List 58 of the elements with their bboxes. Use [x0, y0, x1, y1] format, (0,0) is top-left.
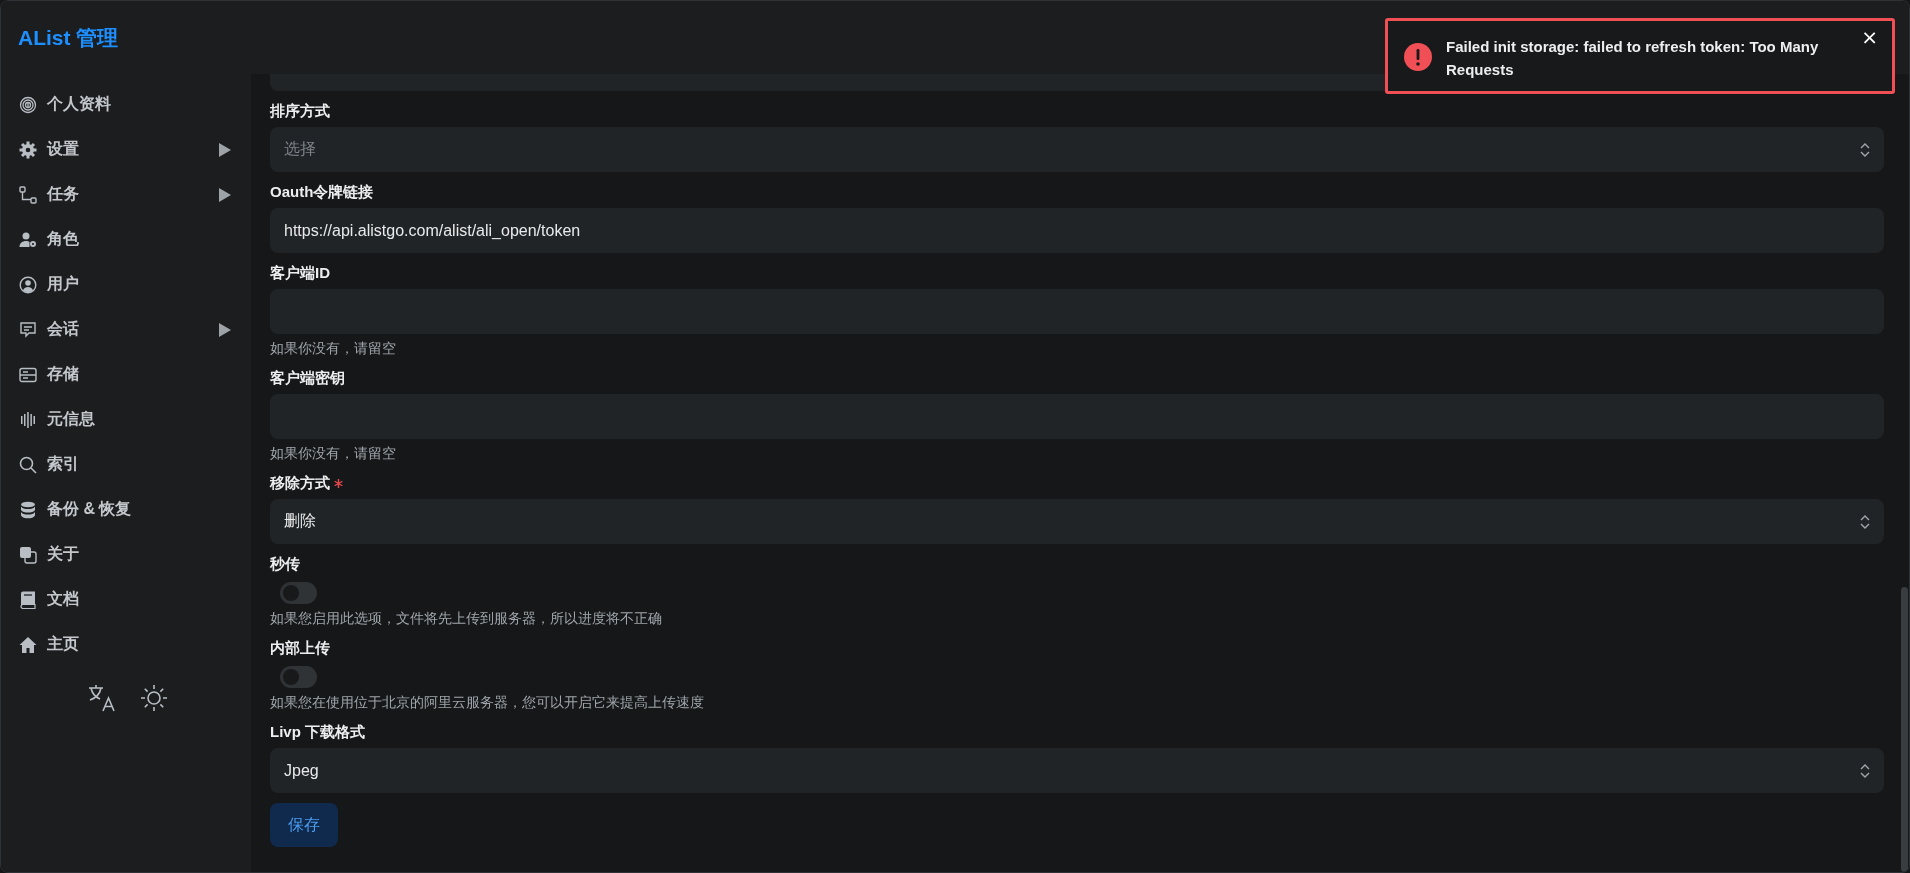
sidebar-item[interactable]: 设置: [1, 127, 251, 172]
text-field[interactable]: https://api.alistgo.com/alist/ali_open/token: [270, 208, 1884, 253]
sidebar-item[interactable]: 存储: [1, 352, 251, 397]
caret-right-icon: [219, 187, 231, 202]
hint-text: 如果您启用此选项，文件将先上传到服务器，所以进度将不正确: [270, 609, 663, 628]
flow-icon: [19, 185, 37, 204]
field-label: Livp 下载格式: [270, 722, 365, 742]
toast-message: Failed init storage: failed to refresh token: Too Many Requests: [1446, 37, 1820, 80]
home-icon: [19, 635, 37, 654]
caret-right-icon: [219, 322, 231, 337]
hint-text: 如果你没有，请留空: [270, 339, 397, 358]
server-icon: [19, 365, 37, 384]
sidebar-item[interactable]: 任务: [1, 172, 251, 217]
sidebar-item[interactable]: 角色: [1, 217, 251, 262]
field-label: 排序方式: [270, 101, 330, 121]
sidebar-item[interactable]: 用户: [1, 262, 251, 307]
sidebar-item[interactable]: 会话: [1, 307, 251, 352]
field-label: Oauth令牌链接: [270, 182, 374, 202]
sun-icon[interactable]: [139, 683, 169, 713]
select-field[interactable]: Jpeg: [270, 748, 1884, 793]
fingerprint-icon: [19, 95, 37, 114]
chevron-up-down-icon: [1860, 514, 1870, 529]
book-icon: [19, 590, 37, 609]
database-icon: [19, 500, 37, 519]
app-title: AList 管理: [18, 24, 119, 51]
field-label: 移除方式: [270, 473, 330, 493]
sidebar-item[interactable]: 索引: [1, 442, 251, 487]
hint-text: 如果您在使用位于北京的阿里云服务器，您可以开启它来提高上传速度: [270, 693, 705, 712]
chevron-up-down-icon: [1860, 763, 1870, 778]
translate-icon[interactable]: [87, 683, 117, 713]
field-label: 内部上传: [270, 638, 330, 658]
user-circle-icon: [19, 275, 37, 294]
field-label: 客户端ID: [270, 263, 330, 283]
sidebar-item[interactable]: 主页: [1, 622, 251, 667]
close-button[interactable]: ×: [1857, 25, 1882, 49]
toggle-switch[interactable]: [280, 666, 317, 688]
chat-icon: [19, 320, 37, 339]
exclamation-icon: [1404, 43, 1432, 71]
select-field[interactable]: 选择: [270, 127, 1884, 172]
toggle-switch[interactable]: [280, 582, 317, 604]
caret-right-icon: [219, 142, 231, 157]
field-label: 客户端密钥: [270, 368, 345, 388]
scrollbar-thumb[interactable]: [1901, 587, 1908, 872]
hint-text: 如果你没有，请留空: [270, 444, 397, 463]
sidebar-item[interactable]: 备份 & 恢复: [1, 487, 251, 532]
sidebar-item[interactable]: 个人资料: [1, 82, 251, 127]
dotted-lines-icon: [19, 410, 37, 429]
save-button[interactable]: 保存: [270, 803, 338, 847]
copy-icon: [19, 545, 37, 564]
sidebar-item[interactable]: 元信息: [1, 397, 251, 442]
search-icon: [19, 455, 37, 474]
sidebar-item[interactable]: 文档: [1, 577, 251, 622]
chevron-up-down-icon: [1860, 142, 1870, 157]
sidebar-item[interactable]: 关于: [1, 532, 251, 577]
field-label: 秒传: [270, 554, 300, 574]
select-field[interactable]: 删除: [270, 499, 1884, 544]
user-gear-icon: [19, 230, 37, 249]
gear-icon: [19, 140, 37, 159]
